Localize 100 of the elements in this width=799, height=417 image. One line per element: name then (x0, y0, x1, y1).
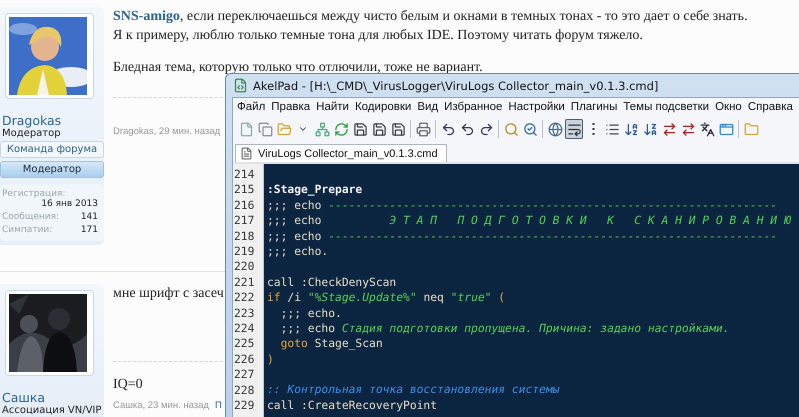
window-title: AkelPad - [H:\_CMD\_VirusLogger\ViruLogs Collector_main_v0.1.3.cmd] (253, 78, 658, 92)
tab-label: ViruLogs Collector_main_v0.1.3.cmd (258, 148, 438, 160)
refresh-icon (334, 122, 348, 136)
code-token: /i (286, 291, 302, 304)
toolbar-button[interactable] (565, 119, 583, 139)
code-token: Стадия подготовки пропущена. Причина: задано настройками. (342, 322, 730, 335)
code-token: :Stage_Prepare (267, 183, 362, 196)
code-token: ;;; echo (267, 198, 322, 212)
file-icon (240, 147, 253, 160)
post-text: SNS-amigo, если переключаешься между чисто белым и окнами в темных тонах - то это дает о себе знать. (113, 8, 748, 26)
line-number: 216 (233, 198, 256, 214)
line-number: 221 (233, 274, 256, 290)
code-token: ------------------------------------------------------------------ (328, 198, 778, 212)
language-icon (700, 122, 714, 136)
code-token: call :CheckDenyScan (267, 276, 396, 289)
stat-label: Регистрация: (2, 189, 66, 199)
line-number: 220 (233, 259, 256, 275)
globe-icon (548, 122, 562, 136)
code-token: :: Контрольная точка восстановления системы (267, 383, 560, 396)
swap-icon (662, 122, 676, 136)
code-token: Э Т А П П О Д Г О Т О В К И К С К А Н И Р О В А Н И Ю (389, 214, 791, 228)
menu-item[interactable]: Справка (748, 100, 793, 114)
post-meta: Сашка, 23 мин. назад (113, 400, 209, 411)
menu-item[interactable]: Плагины (570, 100, 618, 114)
menu-item[interactable]: Вид (417, 100, 438, 114)
menu-item[interactable]: Найти (316, 100, 349, 114)
code-token: goto (280, 337, 308, 350)
stat-label: Сообщения: (2, 212, 60, 222)
signature-text: IQ=0 (113, 376, 143, 394)
code-token: ;;; echo (267, 214, 322, 228)
app-icon (233, 78, 248, 93)
code-token: "%Stage.Update%" (308, 291, 417, 304)
user-title: Модератор (1, 128, 62, 139)
line-number: 227 (233, 367, 256, 383)
menu-item[interactable]: Настройки (508, 100, 565, 114)
line-number: 228 (233, 382, 256, 398)
code-token: Stage_Scan (314, 337, 383, 350)
line-number: 222 (233, 290, 256, 306)
code-token: "true" (450, 291, 492, 304)
user-badge: Команда форума (0, 141, 104, 158)
magnifier-icon (522, 122, 538, 136)
line-number: 215 (233, 182, 256, 198)
post-text: мне шрифт с засеч (113, 285, 224, 303)
network-icon (314, 122, 330, 136)
post-link[interactable]: П (214, 400, 222, 411)
list-icon (604, 122, 620, 136)
search-icon (504, 122, 518, 136)
post-meta: Dragokas, 29 мин. назад (113, 126, 220, 137)
line-number: 229 (233, 398, 256, 414)
stat-label: Симпатии: (2, 225, 52, 235)
printer-icon (416, 122, 430, 136)
line-number: 219 (233, 244, 256, 260)
line-number: 226 (233, 352, 256, 368)
post-text: Бледная тема, которую только что отлючили, тоже не вариант. (113, 59, 483, 77)
stat-value: 16 янв 2013 (40, 199, 98, 209)
code-token: ;;; echo. (280, 306, 342, 320)
sort-icon (624, 122, 638, 136)
menu-item[interactable]: Файл (237, 100, 266, 114)
redo-icon (478, 122, 494, 136)
swap-icon (680, 122, 696, 136)
folder-icon (744, 122, 758, 136)
stat-value: 171 (80, 225, 98, 235)
user-name[interactable]: Dragokas (0, 113, 104, 128)
sort-icon (642, 122, 658, 136)
code-token: ;;; echo (267, 230, 322, 243)
file-tab[interactable]: ViruLogs Collector_main_v0.1.3.cmd (235, 144, 447, 162)
code-editor[interactable] (233, 162, 799, 417)
stat-value: 141 (80, 212, 98, 222)
undo-icon (460, 122, 474, 136)
user-title: Ассоциация VN/VIP (1, 405, 102, 416)
code-token: ) (267, 352, 274, 366)
line-number: 218 (233, 228, 256, 244)
line-number: 225 (233, 336, 256, 352)
user-name[interactable]: Сашка (0, 390, 104, 405)
wrap-text-icon (566, 122, 582, 136)
code-token: ------------------------------------------------------------------ (328, 230, 778, 243)
line-number: 223 (233, 306, 256, 322)
user-badge: Модератор (0, 161, 104, 178)
code-token: if (267, 291, 281, 304)
user-link[interactable]: SNS-amigo (113, 9, 180, 24)
line-number: 214 (233, 167, 256, 182)
undo-icon (440, 122, 456, 136)
copy-icon (258, 122, 272, 136)
menu-item[interactable]: Окно (715, 100, 742, 114)
line-number: 224 (233, 321, 256, 336)
document-icon (238, 122, 254, 136)
code-token: ;;; echo (280, 322, 336, 335)
code-token: ;;; echo. (267, 244, 328, 258)
folder-icon (276, 122, 292, 136)
menu-item[interactable]: Темы подсветки (623, 100, 710, 114)
menu-item[interactable]: Кодировки (354, 100, 412, 114)
post-text: Я к примеру, люблю только темные тона для любых IDE. Поэтому читать форум тяжело. (113, 27, 643, 45)
code-token: neq (422, 291, 445, 304)
dots-icon (592, 123, 594, 135)
code-token: ( (497, 291, 506, 304)
menu-item[interactable]: Правка (271, 100, 310, 114)
line-number: 217 (233, 213, 256, 229)
window-icon (718, 122, 734, 136)
code-token: call :CreateRecoveryPoint (267, 398, 438, 412)
menu-item[interactable]: Избранное (444, 100, 502, 114)
